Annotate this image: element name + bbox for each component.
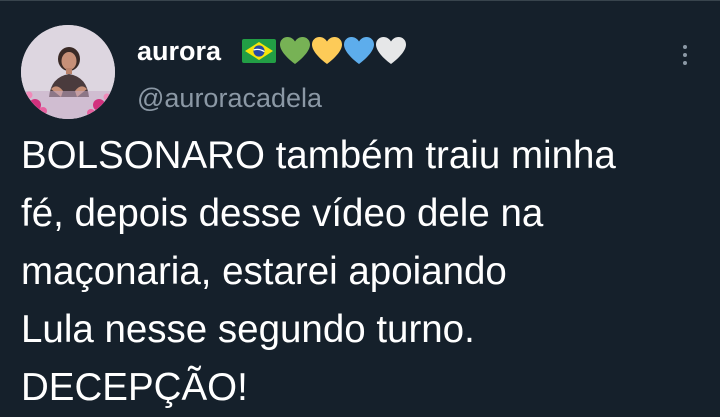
avatar[interactable] [21,25,115,119]
green-heart-icon [280,37,310,64]
blue-heart-icon [344,37,374,64]
tweet-card[interactable]: aurora @auroracadela BOLSONARO também tr… [0,0,720,417]
user-handle[interactable]: @auroracadela [137,81,322,115]
brazil-flag-icon [242,39,276,63]
more-options-icon[interactable] [670,37,700,73]
name-emojis [242,36,407,66]
display-name[interactable]: aurora [137,33,221,69]
tweet-text: BOLSONARO também traiu minha fé, depois … [21,134,616,409]
more-dot [683,53,687,57]
yellow-heart-icon [312,37,342,64]
avatar-photo [21,25,115,119]
more-dot [683,61,687,65]
white-heart-icon [376,37,406,64]
more-dot [683,45,687,49]
